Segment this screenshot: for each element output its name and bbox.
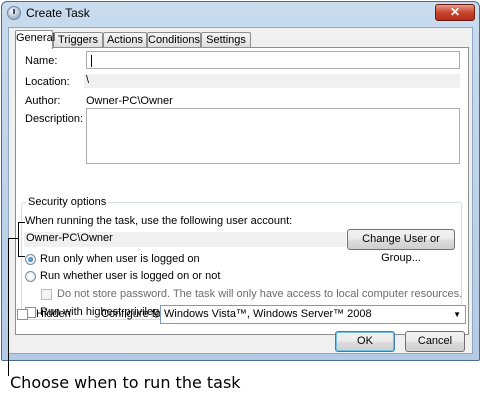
name-input[interactable]: [86, 51, 460, 69]
run-whether-label[interactable]: Run whether user is logged on or not: [40, 270, 220, 282]
text-caret: [91, 55, 92, 67]
window-title: Create Task: [26, 6, 90, 20]
callout-bracket: [18, 222, 25, 257]
tab-triggers[interactable]: Triggers: [53, 32, 103, 48]
author-value: Owner-PC\Owner: [86, 95, 173, 107]
tab-general[interactable]: General: [15, 30, 55, 49]
user-account-value: Owner-PC\Owner: [24, 232, 346, 247]
tab-conditions[interactable]: Conditions: [147, 32, 201, 48]
task-scheduler-icon: [7, 6, 21, 20]
tab-actions[interactable]: Actions: [103, 32, 147, 48]
general-panel: Name: Location: \ Author: Owner-PC\Owner…: [15, 47, 469, 335]
hidden-checkbox[interactable]: [17, 309, 28, 320]
create-task-dialog: Create Task ✕ General Triggers Actions C…: [1, 1, 480, 361]
configure-for-dropdown[interactable]: Windows Vista™, Windows Server™ 2008 ▼: [160, 305, 466, 324]
hidden-label[interactable]: Hidden: [36, 308, 71, 320]
account-prompt: When running the task, use the following…: [25, 215, 293, 227]
author-label: Author:: [25, 95, 61, 107]
description-label: Description:: [25, 113, 84, 125]
location-value: \: [84, 74, 460, 88]
no-store-password-label: Do not store password. The task will onl…: [57, 288, 463, 300]
location-label: Location:: [25, 76, 70, 88]
close-button[interactable]: ✕: [435, 4, 475, 21]
callout-connector: [8, 238, 18, 239]
description-input[interactable]: [86, 108, 460, 164]
cancel-button[interactable]: Cancel: [405, 331, 465, 352]
change-user-group-button[interactable]: Change User or Group...: [347, 229, 455, 264]
figure-caption: Choose when to run the task: [10, 373, 241, 392]
configure-for-label: Configure for:: [101, 308, 168, 320]
name-label: Name:: [25, 55, 58, 67]
dropdown-arrow-icon: ▼: [453, 310, 461, 319]
dialog-client: General Triggers Actions Conditions Sett…: [8, 27, 473, 354]
security-options-legend: Security options: [28, 196, 107, 208]
tab-settings[interactable]: Settings: [201, 32, 251, 48]
title-bar: Create Task ✕: [2, 2, 479, 26]
no-store-password-checkbox[interactable]: [41, 289, 52, 300]
run-logged-on-label[interactable]: Run only when user is logged on: [40, 253, 200, 265]
ok-button[interactable]: OK: [335, 331, 395, 352]
callout-leader-line: [8, 238, 9, 376]
run-whether-radio[interactable]: [25, 271, 36, 282]
configure-for-value: Windows Vista™, Windows Server™ 2008: [164, 308, 372, 320]
run-logged-on-radio[interactable]: [25, 254, 36, 265]
